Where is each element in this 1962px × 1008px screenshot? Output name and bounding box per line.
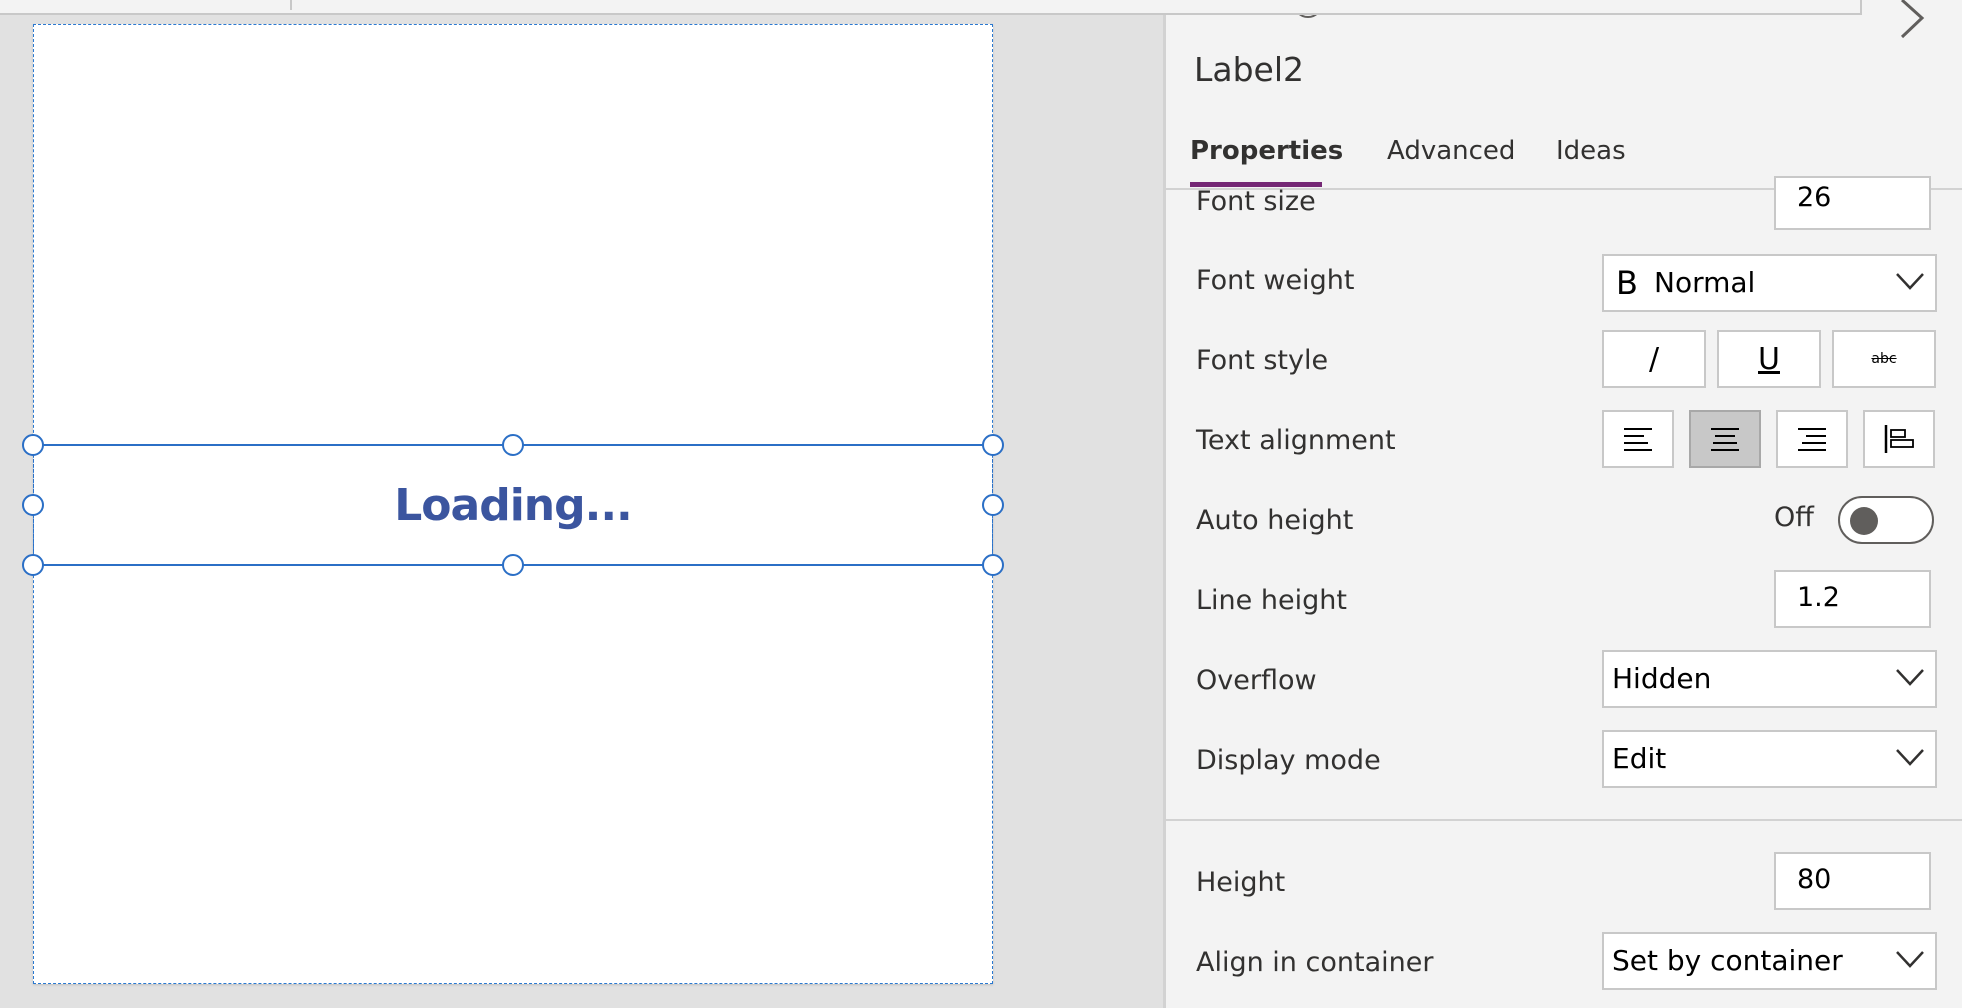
label-text[interactable]: Loading... [33, 444, 993, 566]
underline-icon: U [1758, 341, 1780, 377]
overflow-dropdown[interactable]: Hidden [1602, 650, 1937, 708]
height-label: Height [1196, 867, 1286, 898]
align-justify-icon [1884, 425, 1914, 453]
align-in-container-value: Set by container [1612, 944, 1843, 977]
align-center-icon [1711, 428, 1739, 451]
display-mode-value: Edit [1612, 742, 1667, 775]
chevron-right-icon[interactable] [1896, 0, 1926, 40]
line-height-label: Line height [1196, 585, 1347, 616]
align-in-container-label: Align in container [1196, 947, 1434, 978]
chevron-down-icon [1896, 749, 1924, 766]
control-name[interactable]: Label2 [1194, 50, 1304, 89]
auto-height-state: Off [1774, 502, 1814, 533]
height-input[interactable]: 80 [1774, 852, 1931, 910]
resize-handle-bottom-left[interactable] [22, 554, 44, 576]
italic-button[interactable]: / [1602, 330, 1706, 388]
align-right-icon [1798, 428, 1826, 451]
bold-icon: B [1616, 264, 1638, 302]
resize-handle-bottom-center[interactable] [502, 554, 524, 576]
italic-icon: / [1648, 341, 1660, 377]
strikethrough-icon: abc [1871, 351, 1897, 367]
tab-advanced[interactable]: Advanced [1387, 136, 1515, 166]
toolbar-separator [290, 0, 292, 10]
resize-handle-top-left[interactable] [22, 434, 44, 456]
line-height-input[interactable]: 1.2 [1774, 570, 1931, 628]
display-mode-dropdown[interactable]: Edit [1602, 730, 1937, 788]
font-size-label: Font size [1196, 186, 1316, 217]
chevron-down-icon [1896, 273, 1924, 290]
resize-handle-middle-left[interactable] [22, 494, 44, 516]
selected-label-control[interactable]: Loading... [22, 434, 1004, 576]
text-alignment-label: Text alignment [1196, 425, 1396, 456]
align-left-icon [1624, 428, 1652, 451]
tab-properties[interactable]: Properties [1190, 136, 1343, 166]
align-center-button[interactable] [1689, 410, 1761, 468]
align-left-button[interactable] [1602, 410, 1674, 468]
overflow-value: Hidden [1612, 662, 1712, 695]
auto-height-label: Auto height [1196, 505, 1354, 536]
font-weight-dropdown[interactable]: B Normal [1602, 254, 1937, 312]
font-size-input[interactable]: 26 [1774, 176, 1931, 230]
display-mode-label: Display mode [1196, 745, 1381, 776]
align-right-button[interactable] [1776, 410, 1848, 468]
underline-button[interactable]: U [1717, 330, 1821, 388]
resize-handle-top-center[interactable] [502, 434, 524, 456]
align-in-container-dropdown[interactable]: Set by container [1602, 932, 1937, 990]
properties-panel: LABEL Label2 Properties Advanced Ideas F… [1163, 0, 1962, 1008]
font-style-label: Font style [1196, 345, 1329, 376]
tab-ideas[interactable]: Ideas [1556, 136, 1626, 166]
toggle-knob [1850, 507, 1878, 535]
resize-handle-bottom-right[interactable] [982, 554, 1004, 576]
chevron-down-icon [1896, 669, 1924, 686]
section-divider [1166, 819, 1962, 821]
strikethrough-button[interactable]: abc [1832, 330, 1936, 388]
top-toolbar [0, 0, 1862, 15]
font-weight-value: Normal [1654, 266, 1756, 299]
auto-height-toggle[interactable] [1838, 496, 1934, 544]
chevron-down-icon [1896, 951, 1924, 968]
resize-handle-top-right[interactable] [982, 434, 1004, 456]
font-weight-label: Font weight [1196, 265, 1355, 296]
resize-handle-middle-right[interactable] [982, 494, 1004, 516]
align-justify-button[interactable] [1863, 410, 1935, 468]
overflow-label: Overflow [1196, 665, 1317, 696]
